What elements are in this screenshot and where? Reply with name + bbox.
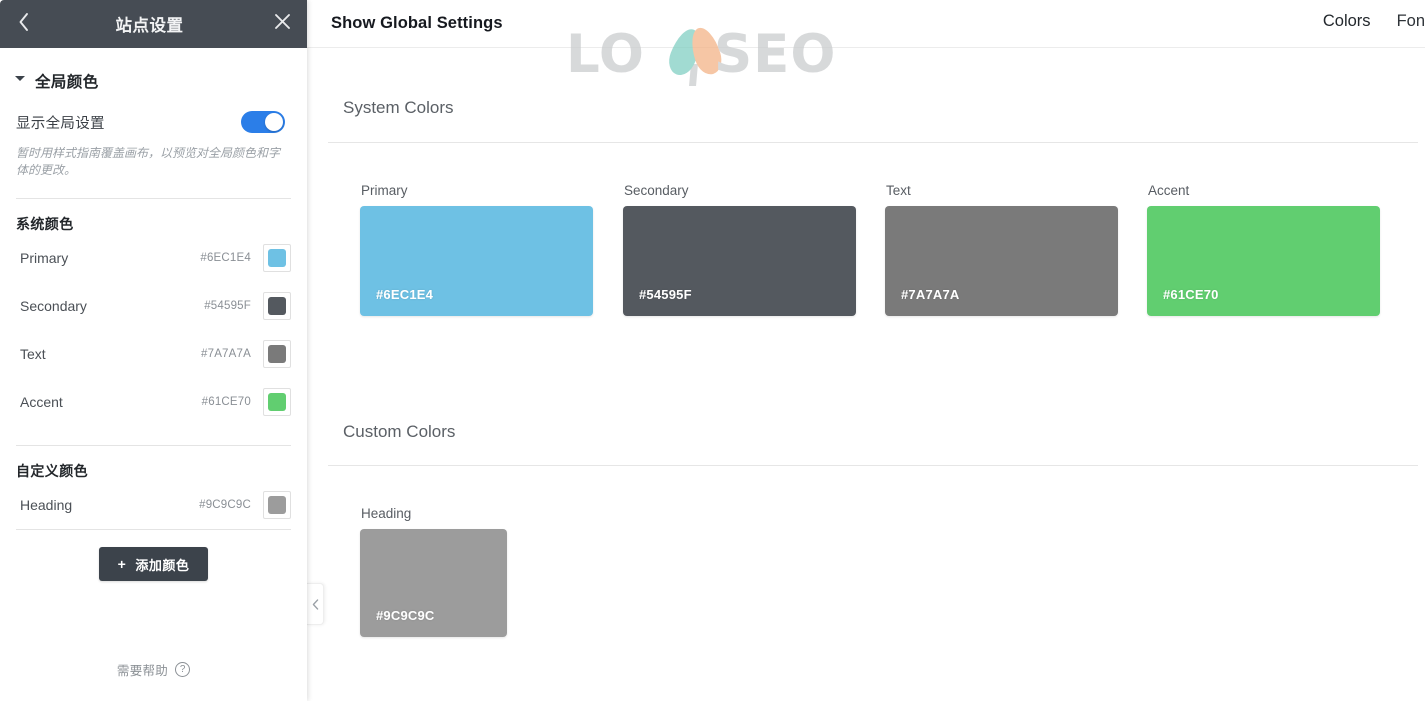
question-mark-icon: ? xyxy=(175,662,191,677)
list-item[interactable]: Heading #9C9C9C xyxy=(16,481,291,529)
color-picker-button[interactable] xyxy=(263,340,291,368)
custom-colors-list: Heading #9C9C9C xyxy=(0,481,307,529)
color-picker-button[interactable] xyxy=(263,244,291,272)
swatch-preview[interactable]: #54595F xyxy=(623,206,856,316)
swatch-cell-secondary[interactable]: Secondary #54595F xyxy=(623,183,885,316)
system-colors-group-title: 系统颜色 xyxy=(16,216,74,232)
color-chip xyxy=(268,496,286,514)
swatch-hex-value: #54595F xyxy=(639,287,692,302)
color-hex: #9C9C9C xyxy=(199,499,251,511)
list-item[interactable]: Secondary #54595F xyxy=(16,282,291,330)
system-colors-heading: System Colors xyxy=(343,98,454,117)
sidebar-header: 站点设置 xyxy=(0,0,307,48)
color-name: Text xyxy=(20,346,46,362)
swatch-hex-value: #7A7A7A xyxy=(901,287,960,302)
accordion-label: 全局颜色 xyxy=(35,74,99,91)
sidebar-title: 站点设置 xyxy=(115,17,184,35)
canvas-topbar-nav: Colors Fon xyxy=(1323,12,1425,31)
color-hex: #61CE70 xyxy=(201,396,251,408)
swatch-cell-accent[interactable]: Accent #61CE70 xyxy=(1147,183,1410,316)
color-name: Primary xyxy=(20,250,69,266)
system-colors-list: Primary #6EC1E4 Secondary #54595F Text #… xyxy=(0,234,307,426)
custom-colors-swatch-row: Heading #9C9C9C xyxy=(360,506,623,637)
color-hex: #6EC1E4 xyxy=(200,252,251,264)
sidebar-body: 全局颜色 显示全局设置 暂时用样式指南覆盖画布，以预览对全局颜色和字体的更改。 … xyxy=(0,48,307,701)
color-name: Accent xyxy=(20,394,63,410)
color-picker-button[interactable] xyxy=(263,292,291,320)
color-hex: #7A7A7A xyxy=(201,348,251,360)
swatch-label: Primary xyxy=(361,183,408,198)
need-help-link[interactable]: 需要帮助 ? xyxy=(0,660,307,679)
add-color-wrap: + 添加颜色 xyxy=(0,530,307,581)
app-root: Show Global Settings Colors Fon LO SEO S… xyxy=(0,0,1425,701)
color-picker-button[interactable] xyxy=(263,388,291,416)
custom-colors-group-title: 自定义颜色 xyxy=(16,463,88,479)
custom-colors-heading: Custom Colors xyxy=(343,422,456,441)
list-item[interactable]: Accent #61CE70 xyxy=(16,378,291,426)
watermark-y-stem xyxy=(689,64,698,86)
nav-link-fonts[interactable]: Fon xyxy=(1397,12,1425,31)
global-settings-toggle-label: 显示全局设置 xyxy=(16,115,105,132)
global-settings-toggle-row: 显示全局设置 xyxy=(0,92,307,133)
swatch-label: Heading xyxy=(361,506,412,521)
need-help-label: 需要帮助 xyxy=(116,664,169,678)
swatch-preview[interactable]: #6EC1E4 xyxy=(360,206,593,316)
close-icon xyxy=(274,13,291,35)
toggle-knob xyxy=(265,113,283,131)
color-chip xyxy=(268,345,286,363)
panel-collapse-handle[interactable] xyxy=(307,583,324,625)
page-title: Show Global Settings xyxy=(331,14,503,32)
color-name: Secondary xyxy=(20,298,87,314)
swatch-preview[interactable]: #9C9C9C xyxy=(360,529,507,637)
swatch-hex-value: #9C9C9C xyxy=(376,608,435,623)
swatch-preview[interactable]: #61CE70 xyxy=(1147,206,1380,316)
caret-down-icon xyxy=(15,76,25,86)
color-chip xyxy=(268,393,286,411)
swatch-cell-heading[interactable]: Heading #9C9C9C xyxy=(360,506,623,637)
swatch-preview[interactable]: #7A7A7A xyxy=(885,206,1118,316)
swatch-label: Text xyxy=(886,183,911,198)
swatch-hex-value: #6EC1E4 xyxy=(376,287,434,302)
swatch-cell-primary[interactable]: Primary #6EC1E4 xyxy=(360,183,623,316)
accordion-global-colors[interactable]: 全局颜色 xyxy=(0,48,307,92)
chevron-left-icon xyxy=(18,12,30,37)
site-settings-sidebar: 站点设置 全局颜色 显示全局设置 暂时用样式指南覆盖画布，以预览对全局颜色和字体… xyxy=(0,0,307,701)
close-panel-button[interactable] xyxy=(257,0,307,48)
color-chip xyxy=(268,249,286,267)
swatch-cell-text[interactable]: Text #7A7A7A xyxy=(885,183,1147,316)
swatch-hex-value: #61CE70 xyxy=(1163,287,1219,302)
color-name: Heading xyxy=(20,497,73,513)
global-settings-note: 暂时用样式指南覆盖画布，以预览对全局颜色和字体的更改。 xyxy=(16,146,281,177)
color-picker-button[interactable] xyxy=(263,491,291,519)
swatch-label: Accent xyxy=(1148,183,1190,198)
swatch-label: Secondary xyxy=(624,183,689,198)
add-color-label: 添加颜色 xyxy=(135,557,190,573)
list-item[interactable]: Primary #6EC1E4 xyxy=(16,234,291,282)
system-colors-divider xyxy=(328,142,1418,143)
system-colors-swatch-row: Primary #6EC1E4 Secondary #54595F Text #… xyxy=(360,183,1410,316)
list-item[interactable]: Text #7A7A7A xyxy=(16,330,291,378)
global-settings-toggle[interactable] xyxy=(241,111,285,133)
custom-colors-divider xyxy=(328,465,1418,466)
add-color-button[interactable]: + 添加颜色 xyxy=(98,547,209,581)
plus-icon: + xyxy=(117,556,127,572)
color-chip xyxy=(268,297,286,315)
nav-link-colors[interactable]: Colors xyxy=(1323,12,1371,31)
chevron-left-icon xyxy=(312,598,319,610)
color-hex: #54595F xyxy=(204,300,251,312)
back-button[interactable] xyxy=(0,0,48,48)
